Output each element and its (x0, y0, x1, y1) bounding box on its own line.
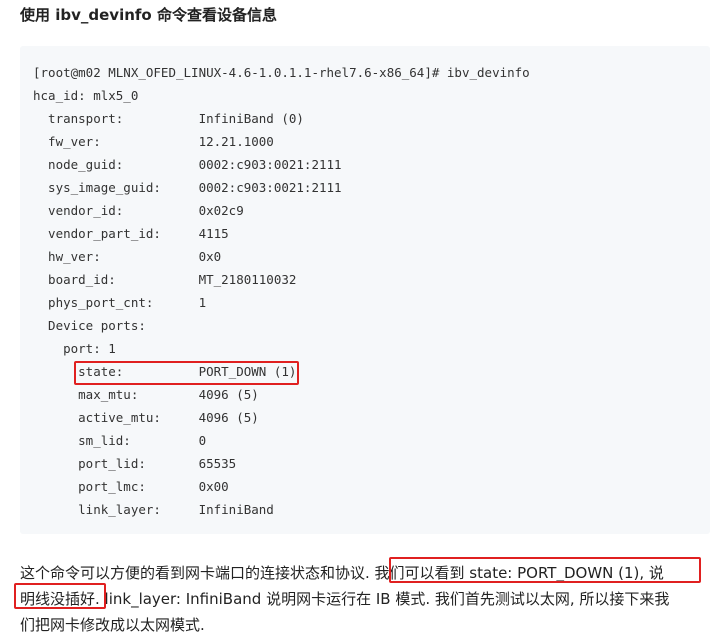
code-line: vendor_id: 0x02c9 (33, 203, 244, 218)
code-line: port: 1 (33, 341, 116, 356)
sentence-highlight-box-line2 (14, 583, 106, 609)
code-line: sm_lid: 0 (33, 433, 207, 448)
section-heading: 使用 ibv_devinfo 命令查看设备信息 (20, 6, 277, 24)
paragraph-line: 们把网卡修改成以太网模式. (20, 616, 205, 634)
code-line: max_mtu: 4096 (5) (33, 387, 259, 402)
sentence-highlight-box-line1 (389, 557, 701, 583)
code-line: sys_image_guid: 0002:c903:0021:2111 (33, 180, 342, 195)
code-block: [root@m02 MLNX_OFED_LINUX-4.6-1.0.1.1-rh… (20, 46, 710, 534)
code-line: vendor_part_id: 4115 (33, 226, 229, 241)
code-line: [root@m02 MLNX_OFED_LINUX-4.6-1.0.1.1-rh… (33, 65, 530, 80)
code-line: active_mtu: 4096 (5) (33, 410, 259, 425)
state-highlight-box (74, 361, 299, 385)
code-line: hw_ver: 0x0 (33, 249, 222, 264)
code-line: transport: InfiniBand (0) (33, 111, 304, 126)
code-line: Device ports: (33, 318, 146, 333)
code-line: node_guid: 0002:c903:0021:2111 (33, 157, 342, 172)
code-line: phys_port_cnt: 1 (33, 295, 207, 310)
code-line: link_layer: InfiniBand (33, 502, 274, 517)
code-line: port_lid: 65535 (33, 456, 237, 471)
code-line: hca_id: mlx5_0 (33, 88, 139, 103)
code-line: board_id: MT_2180110032 (33, 272, 297, 287)
code-line: fw_ver: 12.21.1000 (33, 134, 274, 149)
paragraph-line: 明线没插好. link_layer: InfiniBand 说明网卡运行在 IB… (20, 590, 670, 608)
code-line: port_lmc: 0x00 (33, 479, 229, 494)
